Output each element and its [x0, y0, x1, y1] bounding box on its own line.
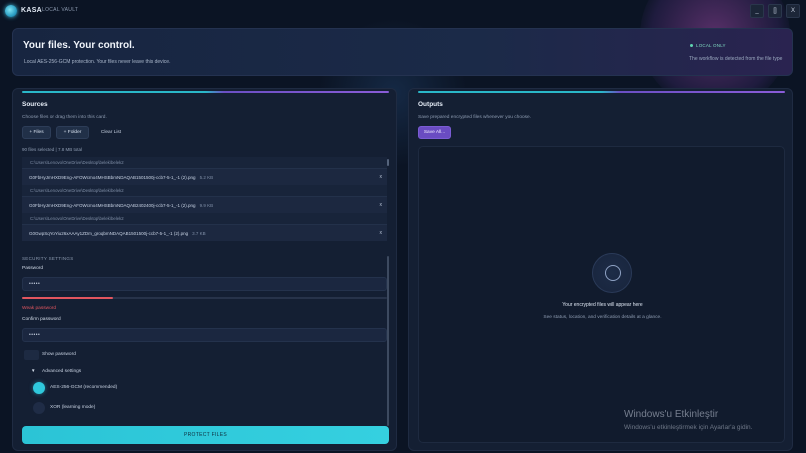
aes-option-label: AES-256-GCM (recommended) [50, 385, 118, 390]
file-list-scrollbar[interactable] [387, 159, 389, 166]
hero-note: The workflow is detected from the file t… [689, 56, 783, 62]
add-folder-button[interactable]: + Folder [56, 126, 89, 139]
file-count: 90 files selected | 7.8 MB total [22, 147, 82, 152]
status-dot-icon [690, 44, 693, 48]
remove-file-icon[interactable]: x [380, 174, 383, 180]
vault-ring-icon [592, 253, 632, 293]
file-name: G0GwpSqYoYiu26xAAAy1ZDm_groqbmNDAQAB1501… [29, 230, 189, 236]
password-input[interactable]: ••••• [22, 277, 387, 291]
password-strength-bar [22, 297, 387, 299]
aes-radio[interactable] [33, 382, 45, 394]
file-list[interactable]: C:\Users\Lenovo\OneDrive\Desktop\belek\b… [22, 157, 387, 245]
maximize-button[interactable]: [] [768, 4, 782, 18]
file-path: C:\Users\Lenovo\OneDrive\Desktop\belek\b… [22, 157, 387, 168]
close-button[interactable]: X [786, 4, 800, 18]
file-size: 9.9 KB [199, 202, 214, 208]
empty-state-description: See status, location, and verification d… [543, 315, 662, 320]
file-name: G0FbHyJmHXD9Eng-AFOWcmo4MHSBbmNDAQAB2402… [29, 202, 196, 208]
outputs-title: Outputs [418, 101, 443, 108]
outputs-accent-bar [418, 91, 785, 93]
title-bar: KASA LOCAL VAULT _ [] X [0, 0, 806, 24]
sources-description: Choose files or drag them into this card… [22, 115, 107, 120]
remove-file-icon[interactable]: x [380, 202, 383, 208]
xor-option-label: XOR (learning mode) [50, 405, 96, 410]
file-path: C:\Users\Lenovo\OneDrive\Desktop\belek\b… [22, 213, 387, 224]
file-size: 5.2 KB [199, 174, 214, 180]
empty-state-title: Your encrypted files will appear here [562, 302, 643, 308]
vault-ring-inner [605, 265, 621, 281]
file-size: 3.7 KB [192, 230, 206, 236]
file-item[interactable]: G0FbHyJmHXD9Eng-AFOWcmo4MHSBbmNDAQAB1501… [22, 168, 387, 185]
advanced-toggle-icon[interactable]: ▼ [31, 368, 35, 373]
outputs-area: Your encrypted files will appear here Se… [418, 146, 785, 443]
password-label: Password [22, 266, 44, 271]
outputs-description: Save prepared encrypted files whenever y… [418, 115, 532, 120]
settings-scrollbar[interactable] [387, 256, 389, 426]
remove-file-icon[interactable]: x [380, 230, 383, 236]
advanced-settings-toggle[interactable]: Advanced settings [42, 369, 81, 374]
add-files-button[interactable]: + Files [22, 126, 51, 139]
sources-title: Sources [22, 101, 48, 108]
app-logo-icon [5, 5, 17, 17]
local-only-badge: LOCAL ONLY [690, 43, 726, 48]
hero-title: Your files. Your control. [23, 40, 135, 51]
file-name: G0FbHyJmHXD9Eng-AFOWcmo4MHSBbmNDAQAB1501… [29, 174, 196, 180]
activation-watermark-title: Windows'u Etkinleştir [624, 409, 719, 420]
show-password-label: Show password [42, 352, 76, 357]
hero-banner: Your files. Your control. Local AES-256-… [12, 28, 793, 76]
app-name: KASA [21, 7, 43, 14]
password-strength-text: Weak password [22, 306, 57, 311]
file-item[interactable]: G0FbHyJmHXD9Eng-AFOWcmo4MHSBbmNDAQAB2402… [22, 196, 387, 213]
activation-watermark-subtitle: Windows'u etkinleştirmek için Ayarlar'a … [624, 424, 753, 431]
confirm-password-label: Confirm password [22, 317, 61, 322]
security-section-label: SECURITY SETTINGS [22, 256, 74, 261]
file-path: C:\Users\Lenovo\OneDrive\Desktop\belek\b… [22, 185, 387, 196]
clear-list-button[interactable]: Clear List [93, 126, 129, 139]
hero-description: Local AES-256-GCM protection. Your files… [24, 59, 171, 65]
save-all-button[interactable]: Save All... [418, 126, 451, 139]
password-strength-fill [22, 297, 114, 299]
protect-files-button[interactable]: PROTECT FILES [22, 426, 389, 444]
confirm-password-input[interactable]: ••••• [22, 328, 387, 342]
minimize-button[interactable]: _ [750, 4, 764, 18]
file-item[interactable]: G0GwpSqYoYiu26xAAAy1ZDm_groqbmNDAQAB1501… [22, 224, 387, 241]
sources-accent-bar [22, 91, 389, 93]
xor-radio[interactable] [33, 402, 45, 414]
show-password-checkbox[interactable] [24, 350, 39, 360]
local-only-label: LOCAL ONLY [696, 43, 726, 48]
outputs-panel: Outputs Save prepared encrypted files wh… [408, 88, 793, 451]
sources-panel: Sources Choose files or drag them into t… [12, 88, 397, 451]
app-subtitle: LOCAL VAULT [42, 7, 79, 13]
